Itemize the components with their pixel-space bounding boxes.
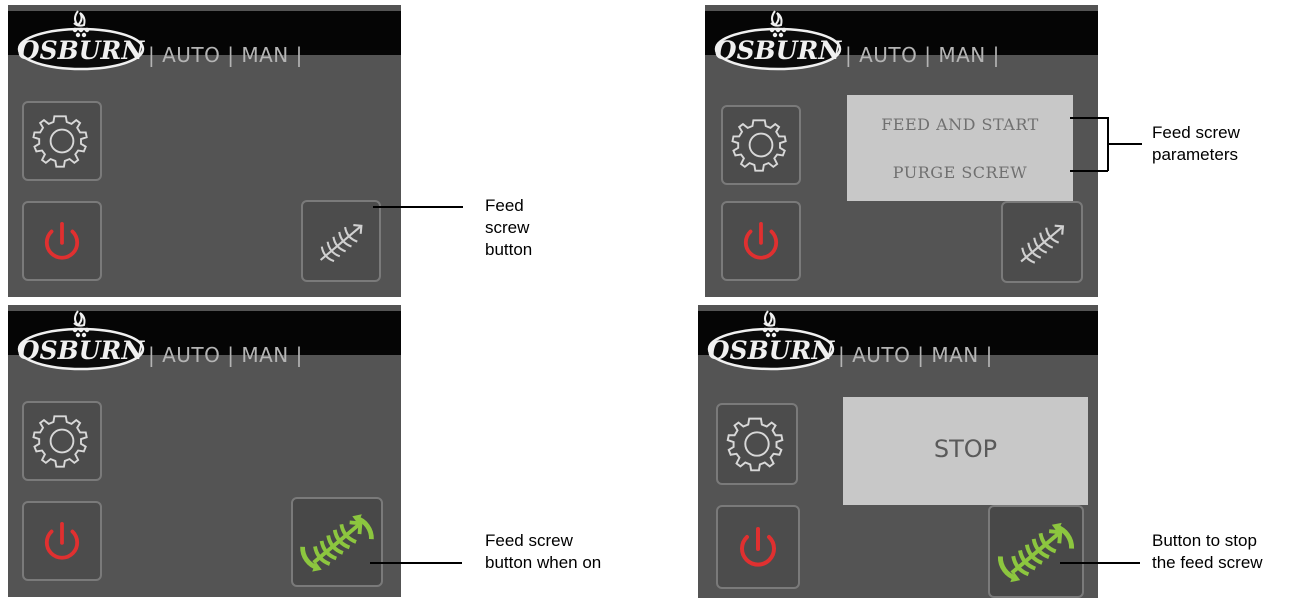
settings-button[interactable] [716,403,798,485]
feed-screw-icon [1020,224,1065,264]
screen-top-left: OSBURN | AUTO | MAN | [8,5,401,297]
mode-selector-label[interactable]: | AUTO | MAN | [148,43,303,67]
settings-button[interactable] [22,101,102,181]
callout-stop-feed-screw: Button to stop the feed screw [1152,530,1263,574]
power-icon [743,222,779,260]
gear-icon [731,119,787,172]
svg-text:OSBURN: OSBURN [18,36,146,65]
callout-line [1070,117,1108,119]
callout-text: button when on [485,553,602,572]
gear-icon [32,415,88,468]
feed-screw-parameters-menu: FEED AND START PURGE SCREW [847,95,1073,201]
feed-screw-stop-button[interactable] [988,505,1084,598]
settings-button[interactable] [721,105,801,185]
power-icon [44,522,80,560]
mode-selector-label[interactable]: | AUTO | MAN | [148,343,303,367]
screen-top-right: OSBURN | AUTO | MAN | FEED AND START PUR… [705,5,1098,297]
menu-item-purge-screw[interactable]: PURGE SCREW [847,163,1073,182]
feed-screw-button[interactable] [1001,201,1083,283]
stop-button[interactable]: STOP [843,435,1088,463]
gear-icon [726,417,784,472]
screen-bottom-right: OSBURN | AUTO | MAN | STOP [698,305,1098,598]
callout-line [373,206,463,208]
power-icon [44,222,80,260]
gear-icon [32,115,88,168]
osburn-logo-icon: OSBURN [16,307,146,371]
power-button[interactable] [22,201,102,281]
callout-line [370,562,462,564]
osburn-logo-icon: OSBURN [713,7,843,71]
callout-text: Feed [485,196,524,215]
mode-selector-label[interactable]: | AUTO | MAN | [838,343,993,367]
feed-screw-icon [319,224,363,263]
callout-text: Button to stop [1152,531,1257,550]
callout-text: Feed screw [1152,123,1240,142]
callout-text: button [485,240,533,259]
callout-line [1108,143,1142,145]
mode-selector-label[interactable]: | AUTO | MAN | [845,43,1000,67]
feed-screw-active-icon [997,522,1075,583]
power-button[interactable] [22,501,102,581]
osburn-logo-icon: OSBURN [706,307,836,371]
osburn-logo-icon: OSBURN [16,7,146,71]
feed-screw-button-on[interactable] [291,497,383,587]
svg-text:OSBURN: OSBURN [18,336,146,365]
power-icon [740,527,776,567]
power-button[interactable] [721,201,801,281]
callout-text: Feed screw [485,531,573,550]
power-button[interactable] [716,505,800,589]
callout-line [1070,170,1108,172]
callout-feed-screw-button: Feed screw button [485,195,532,261]
screen-bottom-left: OSBURN | AUTO | MAN | [8,305,401,597]
callout-text: the feed screw [1152,553,1263,572]
stop-menu: STOP [843,397,1088,505]
svg-text:OSBURN: OSBURN [715,36,843,65]
callout-feed-screw-button-on: Feed screw button when on [485,530,601,574]
callout-line [1060,562,1140,564]
callout-text: parameters [1152,145,1238,164]
svg-text:OSBURN: OSBURN [708,336,836,365]
menu-item-feed-and-start[interactable]: FEED AND START [847,115,1073,134]
feed-screw-button[interactable] [301,200,381,282]
callout-feed-screw-parameters: Feed screw parameters [1152,122,1240,166]
settings-button[interactable] [22,401,102,481]
feed-screw-active-icon [300,514,374,572]
callout-text: screw [485,218,530,237]
